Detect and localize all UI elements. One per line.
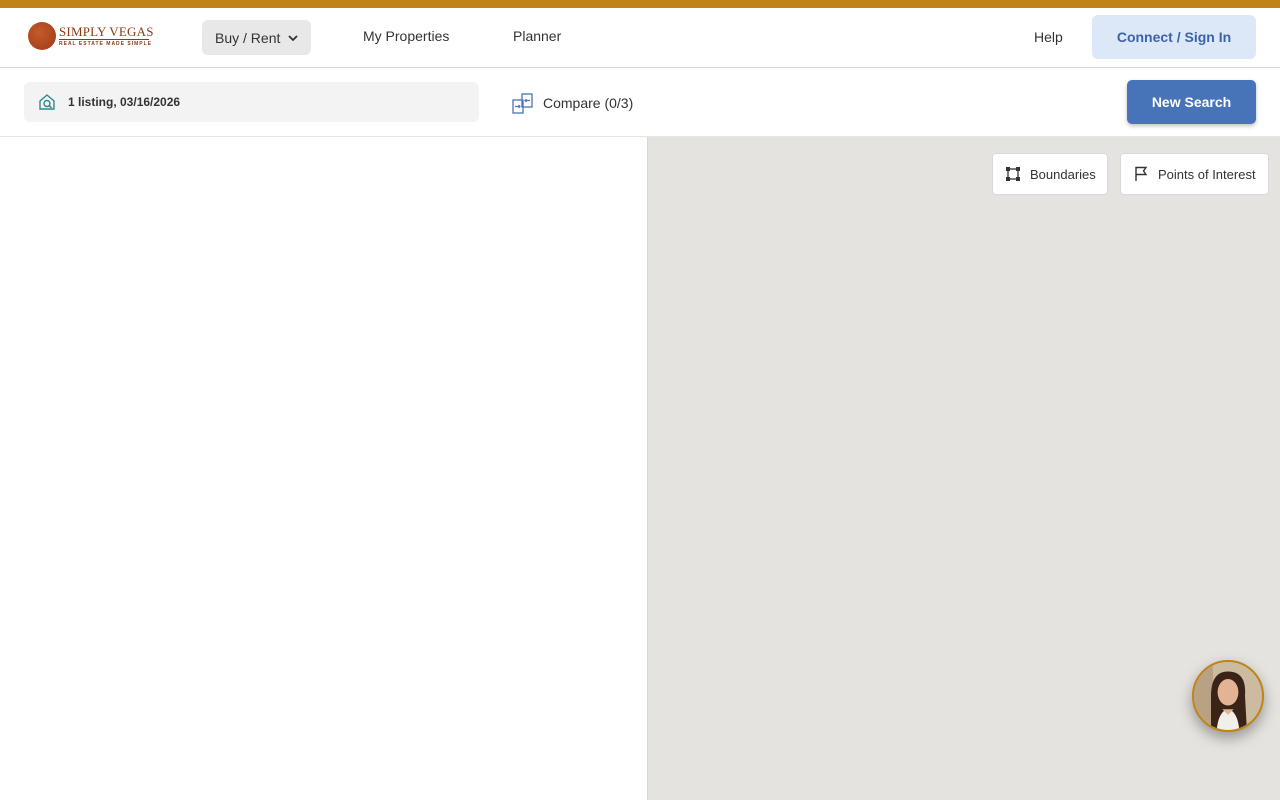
buy-rent-dropdown[interactable]: Buy / Rent	[202, 20, 311, 55]
points-of-interest-label: Points of Interest	[1158, 166, 1256, 182]
search-summary-text: 1 listing, 03/16/2026	[68, 95, 181, 109]
simply-vegas-logo[interactable]: SIMPLY VEGAS REAL ESTATE MADE SIMPLE	[28, 21, 158, 53]
map-view[interactable]: Boundaries Points of Interest	[647, 137, 1280, 800]
logo-name: SIMPLY VEGAS	[59, 24, 154, 39]
new-search-button[interactable]: New Search	[1127, 80, 1256, 124]
connect-sign-in-button[interactable]: Connect / Sign In	[1092, 15, 1256, 59]
compare-button[interactable]: Compare (0/3)	[512, 92, 633, 114]
compare-icon	[512, 92, 533, 114]
nav-help[interactable]: Help	[1034, 29, 1063, 45]
listings-pane	[0, 137, 647, 800]
points-of-interest-button[interactable]: Points of Interest	[1120, 153, 1269, 195]
buy-rent-label: Buy / Rent	[215, 29, 281, 46]
boundaries-icon	[1006, 167, 1020, 181]
logo-underline	[59, 39, 149, 40]
chevron-down-icon	[288, 34, 299, 41]
agent-photo-icon	[1194, 662, 1262, 730]
flag-icon	[1135, 166, 1148, 181]
nav-planner[interactable]: Planner	[513, 28, 561, 44]
search-summary-field[interactable]: 1 listing, 03/16/2026	[24, 82, 479, 122]
site-header: SIMPLY VEGAS REAL ESTATE MADE SIMPLE Buy…	[0, 8, 1280, 68]
top-accent-bar	[0, 0, 1280, 8]
search-toolbar: 1 listing, 03/16/2026 Compare (0/3) New …	[0, 68, 1280, 137]
boundaries-label: Boundaries	[1030, 166, 1096, 182]
logo-sun-icon	[28, 22, 56, 50]
boundaries-button[interactable]: Boundaries	[992, 153, 1108, 195]
nav-my-properties[interactable]: My Properties	[363, 28, 449, 44]
house-search-icon	[39, 94, 55, 110]
logo-tagline: REAL ESTATE MADE SIMPLE	[59, 41, 153, 47]
compare-label: Compare (0/3)	[543, 95, 634, 111]
agent-chat-avatar[interactable]	[1192, 660, 1264, 732]
